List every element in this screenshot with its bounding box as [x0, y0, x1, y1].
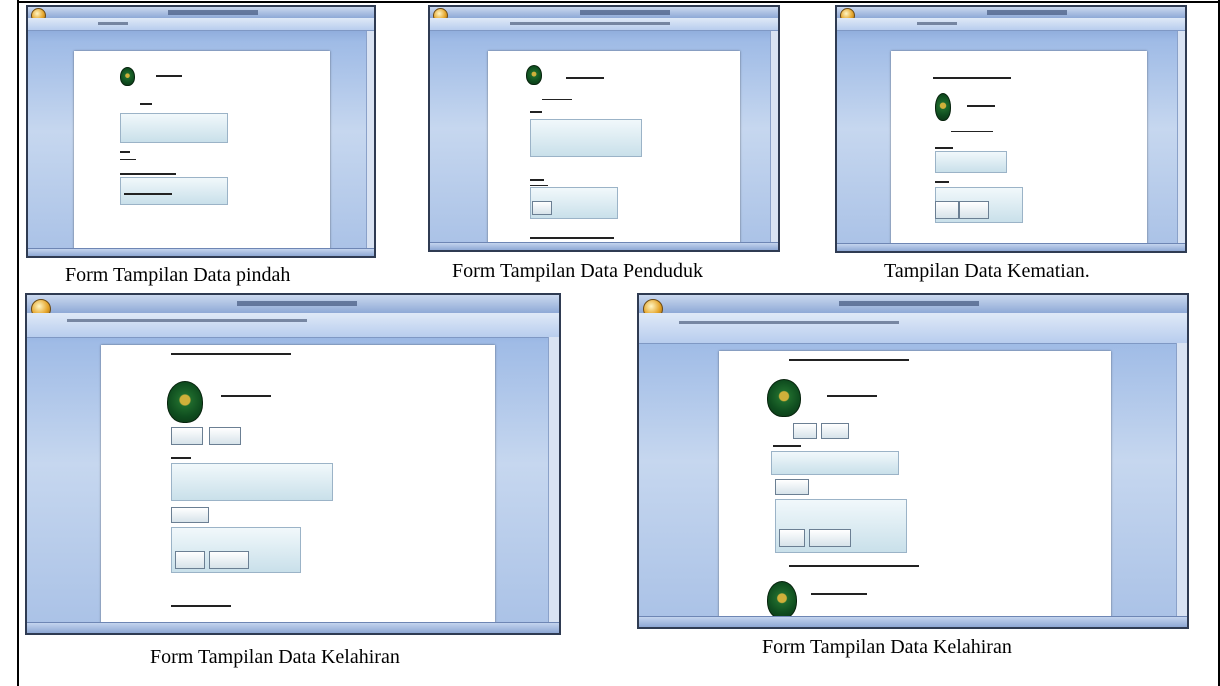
ribbon-toolbar	[837, 18, 1185, 31]
ribbon-toolbar	[27, 313, 559, 338]
form-button	[779, 529, 805, 547]
window-titlebar	[639, 295, 1187, 313]
form-button	[171, 507, 209, 523]
status-bar	[639, 616, 1187, 627]
scrollbar	[1177, 31, 1185, 244]
screenshot-data-penduduk	[428, 5, 780, 252]
form-button	[775, 479, 809, 495]
caption-data-kelahiran-right: Form Tampilan Data Kelahiran	[762, 636, 1012, 658]
screenshot-data-kelahiran-left	[25, 293, 561, 635]
emblem-logo-icon	[767, 581, 797, 619]
ribbon-toolbar	[430, 18, 778, 31]
ribbon-toolbar	[28, 18, 374, 31]
document-page	[101, 345, 495, 633]
status-bar	[430, 242, 778, 250]
caption-data-pindah: Form Tampilan Data pindah	[65, 264, 291, 286]
window-titlebar	[837, 7, 1185, 18]
form-button	[959, 201, 989, 219]
form-field	[530, 119, 642, 157]
emblem-logo-icon	[167, 381, 203, 423]
scrollbar	[366, 31, 374, 249]
form-button	[175, 551, 205, 569]
form-field	[935, 151, 1007, 173]
window-titlebar	[28, 7, 374, 18]
window-titlebar	[430, 7, 778, 18]
form-button	[209, 551, 249, 569]
caption-data-kelahiran-left: Form Tampilan Data Kelahiran	[150, 646, 400, 668]
form-field	[171, 463, 333, 501]
emblem-logo-icon	[935, 93, 951, 121]
scrollbar	[548, 337, 559, 626]
screenshot-data-pindah	[26, 5, 376, 258]
status-bar	[28, 248, 374, 256]
form-button	[793, 423, 817, 439]
document-page	[488, 51, 740, 247]
caption-data-kematian: Tampilan Data Kematian.	[884, 260, 1090, 282]
emblem-logo-icon	[767, 379, 801, 417]
status-bar	[837, 243, 1185, 251]
form-button	[532, 201, 552, 215]
window-titlebar	[27, 295, 559, 313]
document-page	[719, 351, 1111, 621]
form-button	[209, 427, 241, 445]
ribbon-toolbar	[639, 313, 1187, 344]
document-page	[74, 51, 330, 251]
form-button	[935, 201, 959, 219]
form-field	[120, 113, 228, 143]
emblem-logo-icon	[526, 65, 542, 85]
caption-data-penduduk: Form Tampilan Data Penduduk	[452, 260, 703, 282]
screenshot-data-kelahiran-right	[637, 293, 1189, 629]
emblem-logo-icon	[120, 67, 135, 86]
status-bar	[27, 622, 559, 633]
form-button	[171, 427, 203, 445]
form-button	[809, 529, 851, 547]
form-field	[771, 451, 899, 475]
form-button	[821, 423, 849, 439]
document-page	[891, 51, 1147, 247]
scrollbar	[1176, 343, 1187, 620]
form-field	[120, 177, 228, 205]
scrollbar	[770, 31, 778, 243]
screenshot-data-kematian	[835, 5, 1187, 253]
